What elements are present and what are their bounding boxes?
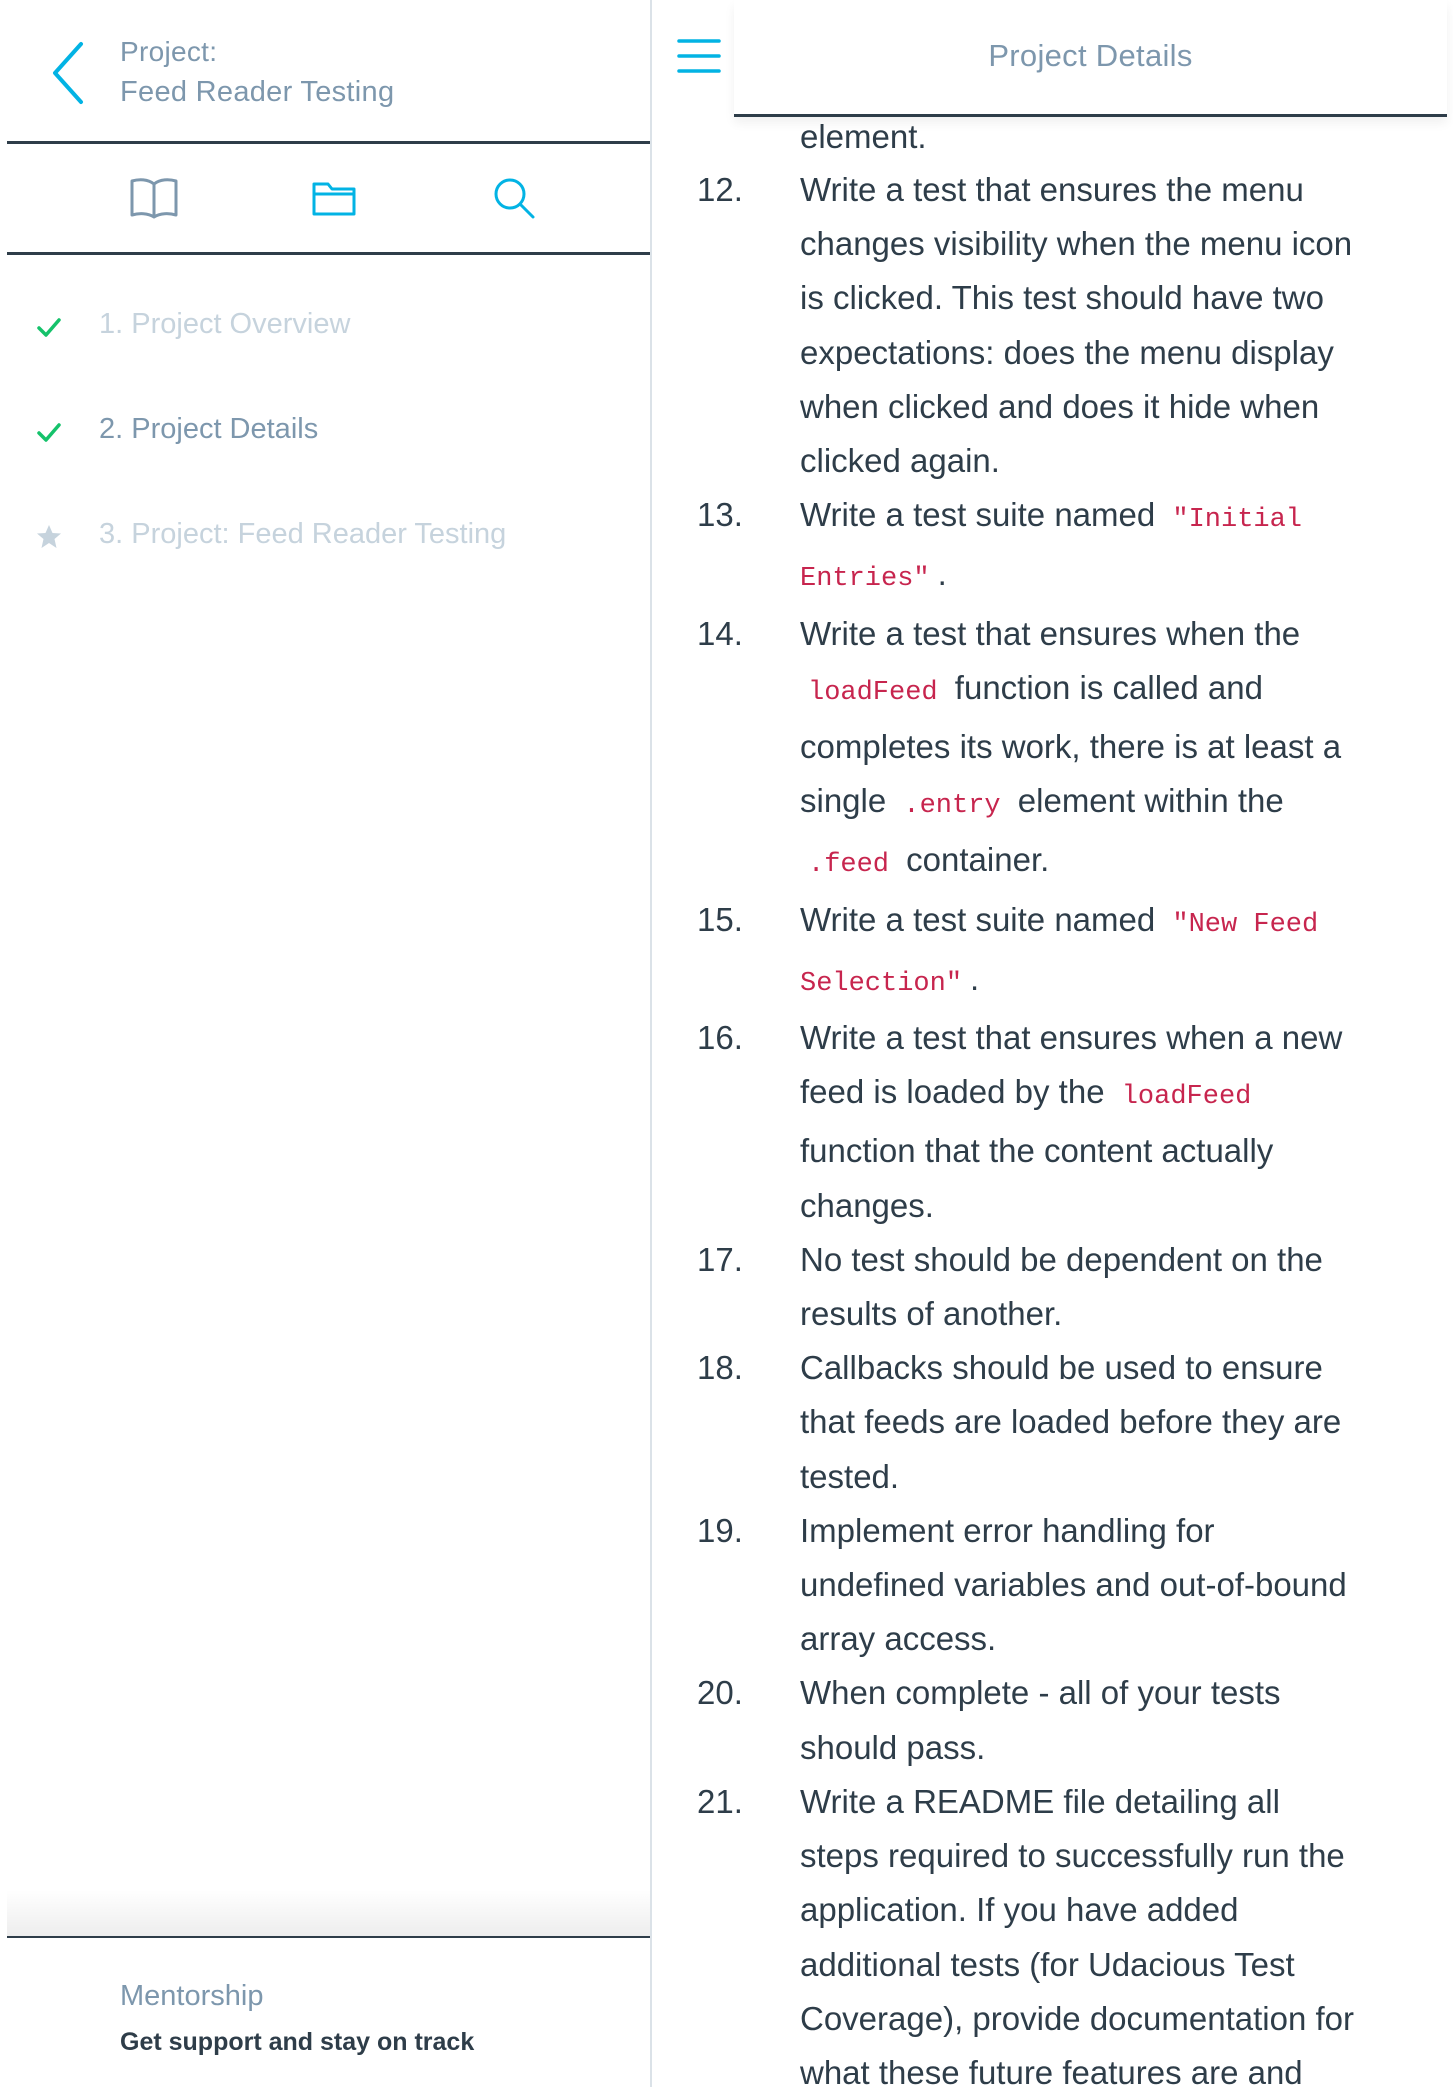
- list-number: 17.: [697, 1240, 743, 1278]
- requirement-text: Implement error handling for undefined v…: [800, 1511, 1347, 1658]
- sidebar-item-label: 2. Project Details: [99, 413, 319, 445]
- sidebar-item-feed-reader[interactable]: 3. Project: Feed Reader Testing: [0, 500, 652, 570]
- text-fragment: element.: [800, 118, 927, 155]
- top-bar-title-area: Project Details: [734, 0, 1447, 117]
- content-pane: element. 12. Write a test that ensures th…: [652, 0, 1453, 2087]
- requirement-item: 21. Write a README file detailing all ste…: [697, 1775, 1360, 2087]
- project-label: Project:: [120, 36, 218, 67]
- list-number: 16.: [697, 1019, 743, 1057]
- check-icon: [37, 423, 61, 442]
- requirement-text: .: [970, 959, 980, 997]
- requirement-text: Write a test that ensures the menu chang…: [800, 171, 1353, 480]
- list-number: 13.: [697, 496, 743, 534]
- requirement-item: 13. Write a test suite named "Initial Ent…: [697, 488, 1360, 606]
- requirement-text: No test should be dependent on the resul…: [800, 1240, 1323, 1333]
- requirement-text: When complete - all of your tests should…: [800, 1674, 1281, 1766]
- hamburger-menu-icon[interactable]: [676, 36, 722, 76]
- list-number: 12.: [697, 171, 743, 208]
- requirements-list: 12. Write a test that ensures the menu ch…: [697, 163, 1360, 2087]
- requirement-item: 15. Write a test suite named "New Feed Se…: [697, 893, 1360, 1011]
- sidebar-tabs: [7, 144, 652, 255]
- mentorship-title: Mentorship: [120, 1980, 264, 2012]
- inline-code: .feed: [808, 850, 890, 881]
- project-details-body: element. 12. Write a test that ensures th…: [652, 0, 1453, 2087]
- list-number: 19.: [697, 1511, 743, 1549]
- sidebar-item-project-overview[interactable]: 1. Project Overview: [0, 290, 652, 360]
- requirement-text: container.: [897, 841, 1050, 879]
- requirement-text: Callbacks should be used to ensure that …: [800, 1349, 1342, 1495]
- sidebar-header: Project: Feed Reader Testing: [7, 0, 652, 144]
- list-number: 21.: [697, 1782, 743, 1820]
- footer-shadow: [7, 1890, 652, 1936]
- requirement-item: 14. Write a test that ensures when the lo…: [697, 607, 1360, 893]
- sidebar-item-label: 1. Project Overview: [99, 308, 351, 340]
- sidebar: Project: Feed Reader Testing 1. Project …: [0, 0, 652, 2089]
- mentorship-panel[interactable]: Mentorship Get support and stay on track: [7, 1936, 652, 2089]
- list-number: 18.: [697, 1349, 743, 1387]
- requirement-item: 16. Write a test that ensures when a new …: [697, 1011, 1360, 1233]
- requirement-item: 19. Implement error handling for undefine…: [697, 1504, 1360, 1667]
- inline-code: loadFeed: [1121, 1082, 1252, 1113]
- book-icon: [130, 178, 178, 219]
- requirement-text: Write a test that ensures when the: [800, 614, 1301, 652]
- requirement-text: Write a test that ensures when a new fee…: [800, 1019, 1343, 1111]
- star-icon: [37, 525, 61, 548]
- project-name: Feed Reader Testing: [120, 76, 395, 108]
- requirement-text: Write a README file detailing all steps …: [800, 1782, 1354, 2087]
- search-icon: [494, 178, 535, 219]
- sidebar-item-project-details[interactable]: 2. Project Details: [0, 395, 652, 465]
- tab-search[interactable]: [424, 144, 604, 252]
- top-bar: Project Details: [652, 0, 1453, 117]
- chevron-left-icon[interactable]: [47, 38, 93, 108]
- mentorship-subtitle: Get support and stay on track: [120, 2028, 475, 2056]
- check-icon: [37, 318, 61, 337]
- inline-code: loadFeed: [808, 677, 938, 708]
- requirement-text: function that the content actually chang…: [800, 1132, 1274, 1224]
- requirement-text: Write a test suite named: [800, 496, 1165, 534]
- list-number: 14.: [697, 614, 743, 652]
- requirement-item: 12. Write a test that ensures the menu ch…: [697, 163, 1360, 488]
- requirement-item: 20. When complete - all of your tests sho…: [697, 1666, 1360, 1774]
- tab-project[interactable]: [244, 144, 424, 252]
- sidebar-item-label: 3. Project: Feed Reader Testing: [99, 518, 507, 550]
- list-number: 15.: [697, 900, 743, 938]
- requirement-item: 17. No test should be dependent on the re…: [697, 1233, 1360, 1341]
- requirement-item: 18. Callbacks should be used to ensure th…: [697, 1341, 1360, 1504]
- list-number: 20.: [697, 1674, 743, 1712]
- requirement-text: element within the: [1008, 782, 1284, 820]
- requirement-text: .: [937, 555, 947, 593]
- page-title: Project Details: [988, 38, 1193, 73]
- tab-lessons[interactable]: [64, 144, 244, 252]
- requirement-text: Write a test suite named: [800, 900, 1165, 938]
- folder-icon: [312, 182, 356, 216]
- inline-code: .entry: [903, 791, 1001, 822]
